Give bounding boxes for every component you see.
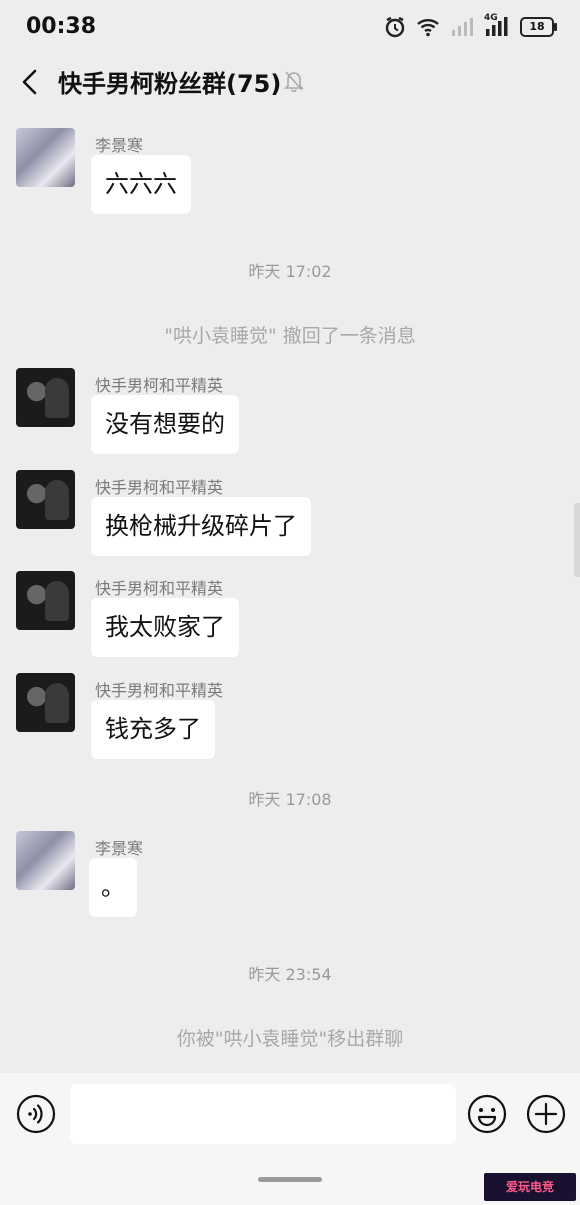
watermark-logo: 爱玩电竞 <box>484 1173 576 1201</box>
timestamp: 昨天 23:54 <box>248 965 332 984</box>
message-bubble[interactable]: 我太败家了 <box>91 598 239 657</box>
timestamp: 昨天 17:02 <box>248 262 332 281</box>
avatar[interactable] <box>16 571 75 630</box>
message-bubble[interactable]: 换枪械升级碎片了 <box>91 497 311 556</box>
avatar[interactable] <box>16 470 75 529</box>
timestamp: 昨天 17:08 <box>248 790 332 809</box>
avatar[interactable] <box>16 368 75 427</box>
message-input[interactable] <box>70 1084 456 1144</box>
voice-icon[interactable] <box>16 1094 56 1138</box>
plus-icon[interactable] <box>526 1094 566 1138</box>
sender-name: 快手男柯和平精英 <box>95 579 224 598</box>
avatar[interactable] <box>16 128 75 187</box>
avatar[interactable] <box>16 673 75 732</box>
signal-empty-icon <box>450 17 474 37</box>
message-bubble[interactable]: 没有想要的 <box>91 395 239 454</box>
sender-name: 快手男柯和平精英 <box>95 681 224 700</box>
input-bar: 爱玩电竞 <box>0 1073 580 1205</box>
signal-4g-icon: 4G <box>484 13 510 37</box>
sender-name: 快手男柯和平精英 <box>95 376 224 395</box>
network-type-label: 4G <box>484 13 498 23</box>
back-icon[interactable] <box>18 68 42 96</box>
status-time: 00:38 <box>26 14 97 39</box>
message-bubble[interactable]: 六六六 <box>91 155 191 214</box>
chat-title: 快手男柯粉丝群(75) <box>58 70 282 98</box>
sender-name: 李景寒 <box>95 839 144 858</box>
message-bubble[interactable]: 。 <box>89 858 137 917</box>
mute-bell-icon <box>284 70 304 96</box>
sender-name: 李景寒 <box>95 136 144 155</box>
emoji-icon[interactable] <box>467 1094 507 1138</box>
recall-notice: "哄小袁睡觉" 撤回了一条消息 <box>164 325 416 347</box>
message-list[interactable]: 李景寒 六六六 昨天 17:02 "哄小袁睡觉" 撤回了一条消息 快手男柯和平精… <box>0 108 580 1073</box>
alarm-icon <box>384 16 406 38</box>
wifi-icon <box>416 17 440 37</box>
removed-notice: 你被"哄小袁睡觉"移出群聊 <box>176 1028 404 1050</box>
status-icons: 4G 18 <box>384 13 557 38</box>
battery-icon: 18 <box>520 17 557 37</box>
avatar[interactable] <box>16 831 75 890</box>
message-bubble[interactable]: 钱充多了 <box>91 700 215 759</box>
scrollbar[interactable] <box>574 503 580 577</box>
sender-name: 快手男柯和平精英 <box>95 478 224 497</box>
chat-header: 快手男柯粉丝群(75) <box>0 56 580 108</box>
home-indicator[interactable] <box>258 1177 322 1182</box>
status-bar: 00:38 4G 18 <box>0 0 580 56</box>
